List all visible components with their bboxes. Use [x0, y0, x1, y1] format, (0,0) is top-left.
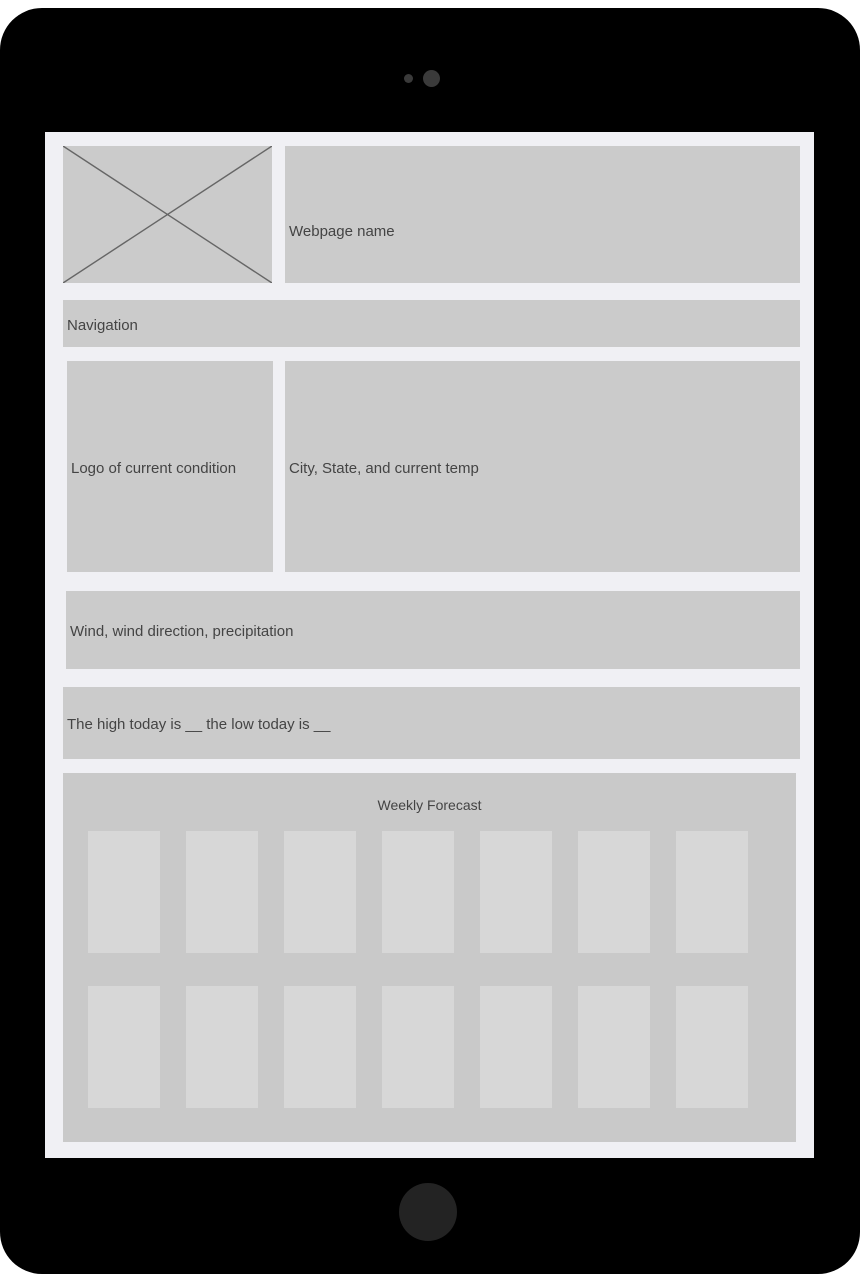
ambient-light-sensor-icon — [404, 74, 413, 83]
location-temperature-block: City, State, and current temp — [285, 361, 800, 572]
forecast-day-card[interactable] — [284, 986, 356, 1108]
forecast-day-card[interactable] — [578, 986, 650, 1108]
forecast-day-card[interactable] — [88, 831, 160, 953]
weekly-forecast-grid — [88, 831, 765, 1108]
wind-precipitation-label: Wind, wind direction, precipitation — [70, 623, 294, 640]
forecast-day-card[interactable] — [382, 831, 454, 953]
home-button[interactable] — [399, 1183, 457, 1241]
forecast-day-card[interactable] — [578, 831, 650, 953]
image-placeholder-cross-icon — [63, 146, 272, 283]
forecast-row — [88, 831, 765, 953]
tablet-screen: Webpage name Navigation Logo of current … — [45, 132, 814, 1158]
current-condition-logo-block: Logo of current condition — [67, 361, 273, 572]
front-camera-icon — [423, 70, 440, 87]
weekly-forecast-section: Weekly Forecast — [63, 773, 796, 1142]
current-condition-logo-label: Logo of current condition — [71, 460, 237, 477]
high-low-temperature-block: The high today is __ the low today is __ — [63, 687, 800, 759]
location-temperature-label: City, State, and current temp — [289, 460, 479, 477]
forecast-day-card[interactable] — [88, 986, 160, 1108]
forecast-row — [88, 986, 765, 1108]
tablet-device-frame: Webpage name Navigation Logo of current … — [0, 8, 860, 1274]
forecast-day-card[interactable] — [480, 831, 552, 953]
wind-precipitation-block: Wind, wind direction, precipitation — [66, 591, 800, 669]
site-name-block: Webpage name — [285, 146, 800, 283]
forecast-day-card[interactable] — [284, 831, 356, 953]
forecast-day-card[interactable] — [480, 986, 552, 1108]
weekly-forecast-title: Weekly Forecast — [377, 797, 482, 813]
forecast-day-card[interactable] — [186, 986, 258, 1108]
forecast-day-card[interactable] — [676, 986, 748, 1108]
site-name-label: Webpage name — [289, 223, 395, 240]
navigation-bar[interactable]: Navigation — [63, 300, 800, 347]
forecast-day-card[interactable] — [382, 986, 454, 1108]
forecast-day-card[interactable] — [186, 831, 258, 953]
logo-image-placeholder[interactable] — [63, 146, 272, 283]
high-low-temperature-label: The high today is __ the low today is __ — [67, 716, 331, 733]
navigation-label: Navigation — [67, 317, 138, 334]
forecast-day-card[interactable] — [676, 831, 748, 953]
